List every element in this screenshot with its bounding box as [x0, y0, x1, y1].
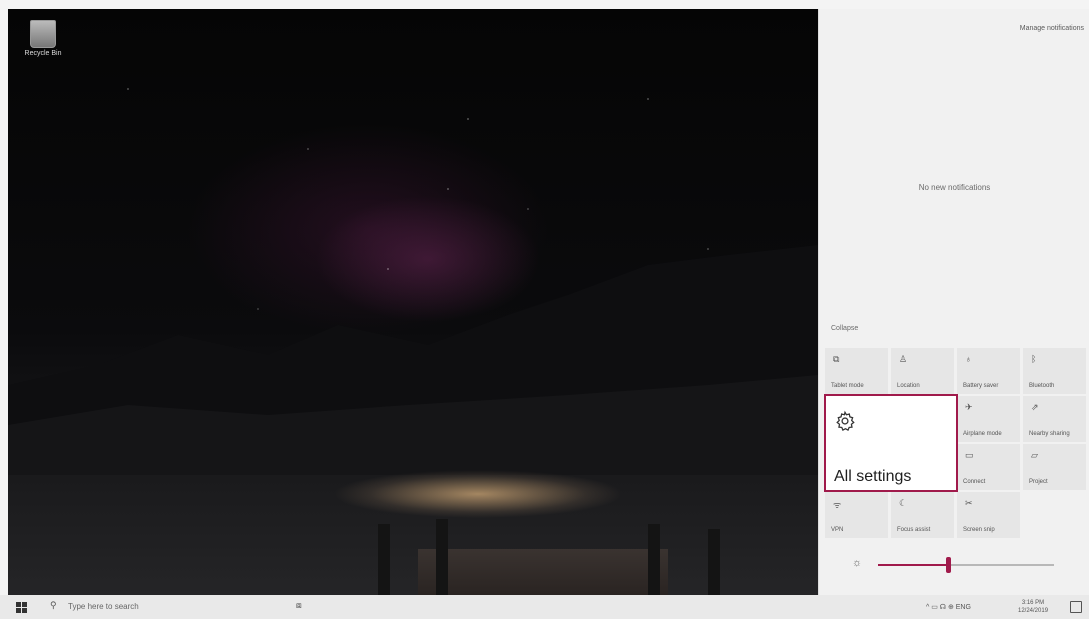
- brightness-icon: ☼: [852, 557, 863, 569]
- taskbar-search[interactable]: ⚲ Type here to search: [44, 600, 284, 614]
- screen-snip-icon: ✂: [965, 498, 973, 508]
- pier: [418, 549, 668, 595]
- bluetooth-icon: ᛒ: [1031, 354, 1037, 364]
- search-icon: ⚲: [50, 600, 57, 610]
- manage-notifications-link[interactable]: Manage notifications: [1020, 25, 1084, 32]
- pier-post: [436, 519, 448, 595]
- tablet-mode-icon: ⧉: [833, 354, 840, 364]
- vpn-icon: ᯤ: [833, 500, 842, 510]
- tile-label: Battery saver: [963, 383, 999, 389]
- task-view-icon[interactable]: ⧈: [296, 600, 302, 611]
- tile-location[interactable]: ♙ Location: [891, 348, 954, 394]
- pier-post: [648, 524, 660, 595]
- tile-label: Airplane mode: [963, 431, 1002, 437]
- tile-focus-assist[interactable]: ☾ Focus assist: [891, 492, 954, 538]
- tile-project[interactable]: ▱ Project: [1023, 444, 1086, 490]
- brightness-fill: [878, 564, 948, 566]
- tile-nearby-sharing[interactable]: ⇗ Nearby sharing: [1023, 396, 1086, 442]
- clock-date: 12/24/2019: [1018, 608, 1049, 614]
- clock[interactable]: 3:16 PM 12/24/2019: [1018, 599, 1048, 615]
- focus-assist-icon: ☾: [899, 498, 908, 508]
- tile-label: Location: [897, 383, 920, 389]
- screen: Recycle Bin Manage notifications No new …: [0, 0, 1089, 619]
- tile-battery-saver[interactable]: ♁ Battery saver: [957, 348, 1020, 394]
- tile-label: Screen snip: [963, 527, 995, 533]
- tile-bluetooth[interactable]: ᛒ Bluetooth: [1023, 348, 1086, 394]
- airplane-icon: ✈: [965, 402, 973, 412]
- all-settings-label: All settings: [834, 468, 912, 485]
- tile-tablet-mode[interactable]: ⧉ Tablet mode: [825, 348, 888, 394]
- system-tray[interactable]: ^ ▭ ☊ ⊕ ENG: [926, 603, 971, 611]
- tile-label: Focus assist: [897, 527, 931, 533]
- pier-post: [378, 524, 390, 595]
- notifications-icon[interactable]: [1070, 601, 1082, 613]
- brightness-thumb[interactable]: [946, 557, 951, 573]
- gear-icon: [834, 410, 856, 437]
- start-button[interactable]: [16, 602, 27, 613]
- recycle-bin[interactable]: Recycle Bin: [18, 20, 68, 57]
- connect-icon: ▭: [965, 450, 974, 460]
- search-placeholder: Type here to search: [68, 602, 139, 611]
- all-settings-tile[interactable]: All settings: [824, 394, 958, 492]
- tile-vpn[interactable]: ᯤ VPN: [825, 492, 888, 538]
- taskbar: ⚲ Type here to search ⧈ ^ ▭ ☊ ⊕ ENG 3:16…: [0, 595, 1089, 619]
- tile-label: Tablet mode: [831, 383, 864, 389]
- project-icon: ▱: [1031, 450, 1038, 460]
- tile-screen-snip[interactable]: ✂ Screen snip: [957, 492, 1020, 538]
- recycle-bin-label: Recycle Bin: [24, 50, 62, 57]
- mountain-silhouette: [8, 245, 818, 475]
- battery-saver-icon: ♁: [965, 354, 972, 364]
- tile-connect[interactable]: ▭ Connect: [957, 444, 1020, 490]
- tile-label: Bluetooth: [1029, 383, 1055, 389]
- tile-label: Connect: [963, 479, 986, 485]
- nearby-sharing-icon: ⇗: [1031, 402, 1039, 412]
- tile-label: Project: [1029, 479, 1048, 485]
- no-notifications-text: No new notifications: [918, 183, 991, 192]
- recycle-bin-icon: [30, 20, 56, 48]
- water-reflection: [298, 464, 658, 524]
- brightness-slider[interactable]: ☼: [848, 557, 1068, 573]
- pier-post: [708, 529, 720, 595]
- desktop-wallpaper: Recycle Bin: [8, 9, 818, 595]
- collapse-link[interactable]: Collapse: [831, 325, 858, 332]
- location-icon: ♙: [899, 354, 908, 364]
- clock-time: 3:16 PM: [1021, 600, 1045, 606]
- tile-airplane-mode[interactable]: ✈ Airplane mode: [957, 396, 1020, 442]
- tile-label: Nearby sharing: [1029, 431, 1070, 437]
- tile-label: VPN: [831, 527, 844, 533]
